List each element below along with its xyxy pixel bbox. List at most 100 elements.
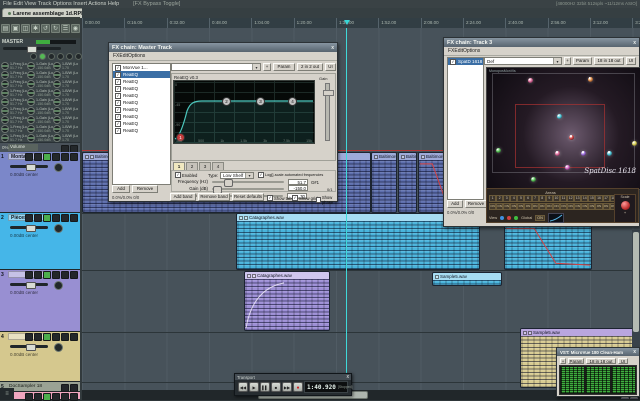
volume-envelope[interactable] (505, 221, 591, 269)
close-icon[interactable]: x (633, 349, 636, 355)
menu-item[interactable]: Actions (88, 1, 106, 7)
track-env-button[interactable] (61, 153, 69, 161)
fx-chain-master-window[interactable]: FX chain: Master Track x FXEditOptions ✓… (108, 42, 338, 202)
fx-param-knob[interactable] (1, 61, 9, 70)
fx-plugin-row[interactable]: ✓ ReaEQ (113, 71, 170, 78)
fx-preset-plus-button[interactable]: + (564, 57, 571, 65)
close-icon[interactable]: x (633, 40, 636, 46)
sound-source-sphere[interactable] (527, 78, 533, 84)
item-lock-icon[interactable] (435, 274, 439, 279)
eq-band-marker-4[interactable]: 4 (288, 97, 297, 106)
fx-enable-checkbox[interactable]: ✓ (115, 99, 121, 106)
area-on-toggle[interactable]: ON (559, 203, 568, 210)
track-recarm-button[interactable] (25, 153, 33, 161)
fx-param-knob[interactable] (1, 70, 9, 79)
window-titlebar[interactable]: VST: MicroVue 180 Clean-Ham x (557, 348, 639, 356)
area-on-toggle[interactable]: ON (567, 203, 575, 210)
item-fx-icon[interactable] (252, 273, 256, 278)
track-panel-3[interactable]: 3 0.00dB center (0, 270, 80, 332)
track-env-button[interactable] (61, 333, 69, 341)
master-env-button[interactable] (57, 53, 64, 60)
play-button[interactable]: ▶ (249, 382, 259, 392)
fx-param-button[interactable]: Param (573, 57, 592, 65)
fx-enable-checkbox[interactable]: ✓ (115, 64, 121, 71)
fx-menu-item[interactable]: Edit (454, 48, 463, 54)
fx-param-knob[interactable] (27, 133, 35, 142)
eq-remove-band-button[interactable]: Remove band (198, 193, 230, 201)
item-lock-icon[interactable] (401, 154, 405, 159)
eq-gain-handle[interactable] (323, 90, 334, 96)
area-on-toggle[interactable]: ON (510, 203, 518, 210)
go-to-start-button[interactable]: ◀◀ (238, 382, 248, 392)
area-cell[interactable]: 1 ON (489, 195, 497, 210)
track-io-button[interactable] (70, 333, 78, 341)
track-env-button[interactable] (61, 214, 69, 222)
menu-item[interactable]: Track (38, 1, 52, 7)
window-titlebar[interactable]: FX chain: Master Track x (109, 43, 337, 52)
track-pan-knob[interactable] (54, 343, 63, 352)
fx-plugin-row[interactable]: ✓ SpatD 1618 (448, 58, 483, 65)
area-cell[interactable]: 2 ON (496, 195, 504, 210)
master-route-button[interactable] (75, 53, 82, 60)
fx-param-knob[interactable] (1, 124, 9, 133)
item-fx-icon[interactable] (244, 215, 248, 220)
master-mute-button[interactable] (30, 53, 37, 60)
track-volume-slider[interactable] (10, 164, 48, 171)
area-on-toggle[interactable]: ON (602, 203, 610, 210)
area-cell[interactable]: 15 ON (588, 195, 596, 210)
fx-menu-item[interactable]: Options (463, 48, 480, 54)
track-mute-button[interactable] (34, 214, 42, 222)
menu-item[interactable]: View (24, 1, 36, 7)
eq-band-tab[interactable]: 3 (199, 162, 211, 170)
item-lock-icon[interactable] (523, 330, 527, 335)
track-mute-button[interactable] (34, 333, 42, 341)
eq-band-tab[interactable]: 1 (173, 162, 185, 170)
eq-graph[interactable]: 1 100 500 1k 1.5k 3k 7.5k 15k 0 -45 -90 234 (173, 80, 315, 144)
fx-param-knob[interactable] (53, 70, 61, 79)
chevron-down-icon[interactable]: ▾ (553, 58, 561, 64)
eq-frequency-slider[interactable] (212, 179, 284, 187)
fx-plugin-row[interactable]: ✓ ReaEQ (113, 127, 170, 134)
track-volume-slider[interactable] (10, 344, 48, 351)
track-pan-knob[interactable] (54, 281, 63, 290)
area-cell[interactable]: 11 ON (559, 195, 568, 210)
fx-io-button[interactable]: 18 in 18 out (594, 57, 624, 65)
fx-add-button[interactable]: Add (447, 200, 463, 208)
pause-button[interactable]: ▌▌ (260, 382, 270, 392)
fx-param-knob[interactable] (1, 115, 9, 124)
response-curve-button[interactable] (547, 213, 564, 223)
area-on-toggle[interactable]: ON (503, 203, 511, 210)
fx-remove-button[interactable]: Remove (465, 200, 487, 208)
fx-param-knob[interactable] (1, 106, 9, 115)
eq-output-gain-slider[interactable] (323, 83, 334, 141)
area-cell[interactable]: 4 ON (510, 195, 518, 210)
global-on-toggle[interactable]: ON (535, 215, 545, 221)
fx-enable-checkbox[interactable]: ✓ (115, 127, 121, 134)
new-project-icon[interactable]: ▤ (1, 24, 10, 33)
save-project-icon[interactable]: ◫ (21, 24, 30, 33)
area-cell[interactable]: 9 ON (545, 195, 553, 210)
fx-param-button[interactable]: Param (568, 358, 584, 364)
fx-param-knob[interactable] (27, 88, 35, 97)
area-cell[interactable]: 13 ON (574, 195, 582, 210)
checkbox-icon[interactable]: ✓ (292, 195, 298, 201)
track-io-button[interactable] (70, 214, 78, 222)
render-icon[interactable]: ☰ (61, 24, 70, 33)
master-volume-handle[interactable] (27, 46, 37, 53)
view-red-dot[interactable] (507, 216, 512, 220)
fx-param-knob[interactable] (53, 88, 61, 97)
area-on-toggle[interactable]: ON (552, 203, 560, 210)
fx-preset-plus-button[interactable]: + (263, 63, 271, 71)
fx-enable-checkbox[interactable]: ✓ (115, 106, 121, 113)
fx-plugin-row[interactable]: ✓ MonVue 1... (113, 64, 170, 71)
track-solo-button[interactable] (43, 271, 51, 279)
sound-source-sphere[interactable] (631, 141, 637, 147)
master-solo-button[interactable] (39, 53, 46, 60)
eq-band-tab[interactable]: 4 (212, 162, 224, 170)
menu-item[interactable]: Help (108, 1, 119, 7)
area-cell[interactable]: 8 ON (538, 195, 546, 210)
record-arm-icon[interactable]: ◉ (71, 24, 80, 33)
track-panel-1[interactable]: 1 Montage 0.00dB center (0, 152, 80, 213)
sound-source-sphere[interactable] (495, 148, 501, 154)
checkbox-icon[interactable]: ✓ (267, 195, 273, 201)
